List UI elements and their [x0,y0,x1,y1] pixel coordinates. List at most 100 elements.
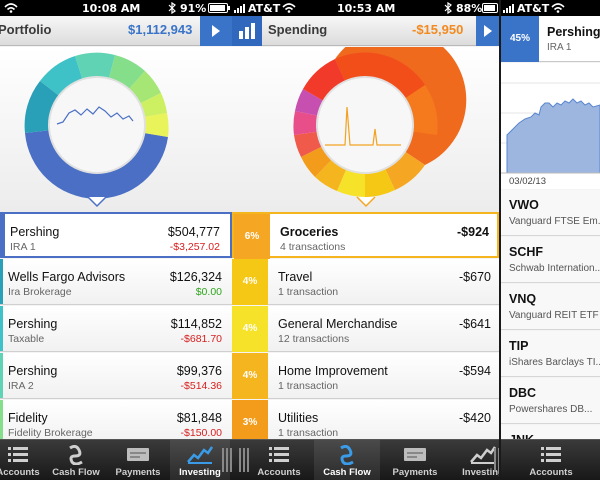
fund-name: Vanguard REIT ETF [509,310,599,321]
holding-account-name: Pershing [547,25,600,39]
tab-bar: Accounts [501,439,600,480]
spending-total: -$15,950 [412,22,464,37]
category-name: Home Improvement [278,364,388,378]
tab-label: Payments [115,467,161,478]
category-row[interactable]: 4% Travel 1 transaction -$670 [232,259,499,305]
category-row[interactable]: 4% General Merchandise 12 transactions -$64… [232,306,499,352]
page-title: Spending [268,22,328,37]
investing-icon [187,446,213,464]
wifi-icon [4,3,18,13]
account-change: -$681.70 [180,333,222,345]
holding-account-sub: IRA 1 [547,42,572,53]
payments-icon [404,448,426,461]
status-bar: AT&T [501,0,600,16]
tab-payments[interactable]: Payments [382,440,448,480]
battery-percent: 88% [456,2,483,15]
category-transactions: 1 transaction [278,380,339,392]
battery-percent: 91% [180,2,207,15]
play-arrow-icon [212,25,220,37]
category-percent: 6% [234,214,270,260]
tab-investing[interactable]: Investing [170,440,230,480]
category-amount: -$641 [459,317,491,331]
category-row[interactable]: 4% Home Improvement 1 transaction -$594 [232,353,499,399]
category-name: Travel [278,270,313,284]
spending-screen: AT&T 10:53 AM 88% Spending -$15,950 6% G… [232,0,499,480]
drag-handle[interactable] [239,448,249,472]
holding-row[interactable]: VWO Vanguard FTSE Em... [501,190,600,236]
account-row[interactable]: Pershing IRA 1 $504,777 -$3,257.02 [0,212,232,258]
drag-handle[interactable] [494,448,499,472]
carrier-label: AT&T [517,2,550,15]
wifi-icon [282,3,296,13]
tab-label: Accounts [257,467,301,478]
bluetooth-icon [168,2,176,14]
holding-row[interactable]: VNQ Vanguard REIT ETF [501,284,600,330]
ticker-symbol: TIP [509,339,529,353]
fund-name: Vanguard FTSE Em... [509,216,600,227]
battery-icon [208,3,230,13]
category-percent: 4% [232,306,268,352]
holding-row[interactable]: SCHF Schwab Internation... [501,237,600,283]
chart-view-button[interactable] [232,16,262,46]
allocation-percent: 45% [501,16,539,62]
portfolio-header: Portfolio $1,112,943 [0,16,232,46]
fund-name: Powershares DB... [509,404,593,415]
cashflow-icon [69,445,83,465]
account-change: $0.00 [195,286,222,298]
account-value: $126,324 [169,270,222,284]
play-arrow-icon [484,25,492,37]
account-change: -$150.00 [180,427,222,439]
list-icon [541,447,561,462]
tab-accounts[interactable]: Accounts [0,440,48,480]
next-view-button[interactable] [200,16,232,46]
next-view-button[interactable] [476,16,499,46]
portfolio-chart-area [0,47,232,212]
tab-payments[interactable]: Payments [108,440,168,480]
holding-chart-area: 03/02/13 [501,63,600,189]
account-value: $114,852 [170,317,222,331]
account-name: Pershing [10,225,60,239]
holding-header[interactable]: 45% Pershing IRA 1 [501,16,600,62]
ticker-symbol: DBC [509,386,537,400]
category-transactions: 4 transactions [280,241,346,253]
holding-row[interactable]: TIP iShares Barclays TI... [501,331,600,377]
status-time: 10:53 AM [337,2,396,15]
tab-bar: Accounts Cash Flow Payments Investing [0,439,232,480]
tab-cash-flow[interactable]: Cash Flow [46,440,106,480]
battery-icon [482,3,498,13]
account-color-stripe [0,353,3,398]
tab-cash-flow[interactable]: Cash Flow [314,440,380,480]
tab-accounts[interactable]: Accounts [246,440,312,480]
tab-bar: Accounts Cash Flow Payments Investing [232,439,499,480]
holding-row[interactable]: DBC Powershares DB... [501,378,600,424]
fund-name: Schwab Internation... [509,263,600,274]
list-icon [269,447,289,462]
status-bar: AT&T 10:53 AM 88% [232,0,499,16]
spending-donut-chart[interactable] [232,27,499,212]
tab-investing[interactable]: Investing [450,440,499,480]
tab-accounts[interactable]: Accounts [515,440,587,480]
account-color-stripe [0,259,3,304]
category-percent: 4% [232,259,268,305]
list-icon [8,447,28,462]
account-row[interactable]: Wells Fargo Advisors Ira Brokerage $126,32… [0,259,232,305]
tab-label: Cash Flow [323,467,371,478]
account-color-stripe [2,214,5,256]
fund-name: iShares Barclays TI... [509,357,600,368]
account-name: Fidelity [8,411,48,425]
holding-area-chart[interactable] [501,63,600,189]
category-percent: 4% [232,353,268,399]
page-title: Portfolio [0,22,52,37]
account-value: $81,848 [176,411,222,425]
chart-date-label: 03/02/13 [509,176,546,187]
account-change: -$3,257.02 [169,241,220,253]
holdings-screen: AT&T 45% Pershing IRA 1 03/02/13 VWO Vang… [501,0,600,480]
account-row[interactable]: Pershing Taxable $114,852 -$681.70 [0,306,232,352]
allocation-donut-chart[interactable] [0,47,232,212]
category-row[interactable]: 6% Groceries 4 transactions -$924 [232,212,499,260]
tab-label: Payments [392,467,438,478]
account-type: IRA 1 [10,241,36,253]
ticker-symbol: VNQ [509,292,537,306]
account-row[interactable]: Pershing IRA 2 $99,376 -$514.36 [0,353,232,399]
drag-handle[interactable] [222,448,232,472]
